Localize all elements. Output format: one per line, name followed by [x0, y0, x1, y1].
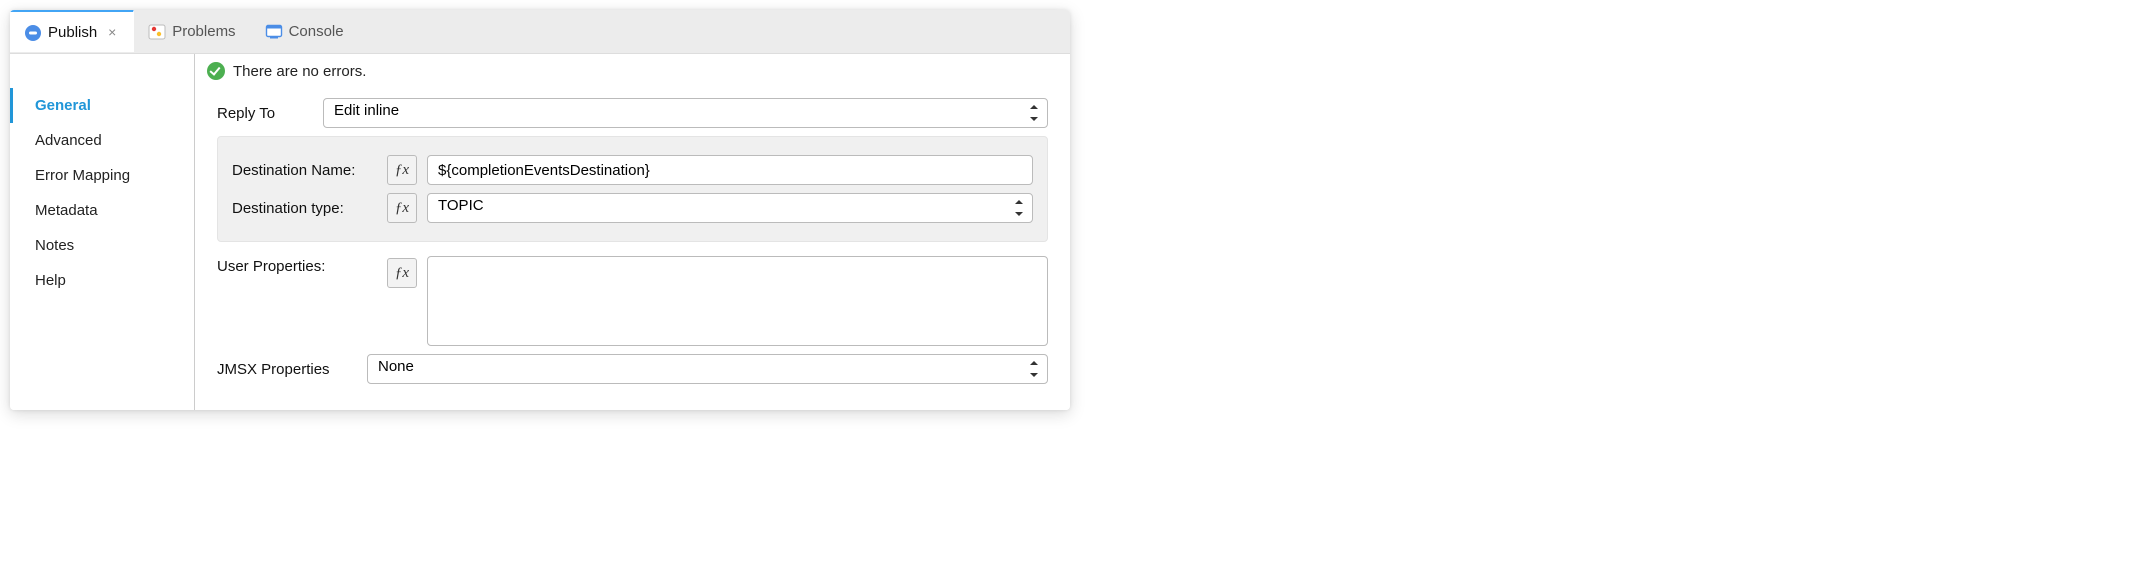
- jmsx-properties-select[interactable]: None: [367, 354, 1048, 384]
- destination-type-select[interactable]: TOPIC: [427, 193, 1033, 223]
- reply-to-label: Reply To: [217, 105, 313, 122]
- sidebar-item-label: General: [35, 97, 91, 114]
- status-message: There are no errors.: [233, 63, 366, 80]
- editor-window: Publish × Problems Console: [10, 10, 1070, 410]
- sidebar: General Advanced Error Mapping Metadata …: [10, 54, 195, 410]
- destination-name-label: Destination Name:: [232, 162, 377, 179]
- console-icon: [265, 23, 283, 41]
- tab-problems[interactable]: Problems: [134, 10, 250, 53]
- editor-body: General Advanced Error Mapping Metadata …: [10, 54, 1070, 410]
- sidebar-item-label: Help: [35, 272, 66, 289]
- tab-problems-label: Problems: [172, 23, 235, 40]
- jmsx-properties-value: None: [378, 358, 414, 375]
- status-bar: There are no errors.: [195, 54, 1070, 86]
- tabbar: Publish × Problems Console: [10, 10, 1070, 54]
- sidebar-item-label: Advanced: [35, 132, 102, 149]
- reply-to-value: Edit inline: [334, 102, 399, 119]
- reply-to-select[interactable]: Edit inline: [323, 98, 1048, 128]
- sidebar-item-label: Error Mapping: [35, 167, 130, 184]
- publish-icon: [24, 24, 42, 42]
- sidebar-item-metadata[interactable]: Metadata: [10, 193, 194, 228]
- row-reply-to: Reply To Edit inline: [217, 98, 1048, 128]
- main-panel: There are no errors. Reply To Edit inlin…: [195, 54, 1070, 410]
- tab-publish-label: Publish: [48, 24, 97, 41]
- problems-icon: [148, 23, 166, 41]
- tab-console-label: Console: [289, 23, 344, 40]
- row-user-properties: User Properties: ƒx: [217, 256, 1048, 346]
- fx-button[interactable]: ƒx: [387, 193, 417, 223]
- sidebar-item-error-mapping[interactable]: Error Mapping: [10, 158, 194, 193]
- close-icon[interactable]: ×: [105, 26, 119, 40]
- tab-console[interactable]: Console: [251, 10, 359, 53]
- jmsx-properties-label: JMSX Properties: [217, 361, 357, 378]
- fx-button[interactable]: ƒx: [387, 155, 417, 185]
- sidebar-item-help[interactable]: Help: [10, 263, 194, 298]
- destination-type-select-wrap: TOPIC: [427, 193, 1033, 223]
- destination-name-input[interactable]: [427, 155, 1033, 185]
- sidebar-item-advanced[interactable]: Advanced: [10, 123, 194, 158]
- sidebar-item-general[interactable]: General: [10, 88, 194, 123]
- sidebar-item-label: Notes: [35, 237, 74, 254]
- jmsx-properties-select-wrap: None: [367, 354, 1048, 384]
- destination-group: Destination Name: ƒx Destination type: ƒ…: [217, 136, 1048, 242]
- tab-publish[interactable]: Publish ×: [10, 10, 134, 52]
- sidebar-item-label: Metadata: [35, 202, 98, 219]
- destination-type-value: TOPIC: [438, 197, 484, 214]
- success-icon: [207, 62, 225, 80]
- destination-type-label: Destination type:: [232, 200, 377, 217]
- user-properties-label: User Properties:: [217, 258, 377, 275]
- row-destination-name: Destination Name: ƒx: [232, 155, 1033, 185]
- row-destination-type: Destination type: ƒx TOPIC: [232, 193, 1033, 223]
- user-properties-textarea[interactable]: [427, 256, 1048, 346]
- form-area: Reply To Edit inline Destination Name: ƒ…: [195, 86, 1070, 402]
- sidebar-item-notes[interactable]: Notes: [10, 228, 194, 263]
- reply-to-select-wrap: Edit inline: [323, 98, 1048, 128]
- fx-button[interactable]: ƒx: [387, 258, 417, 288]
- row-jmsx-properties: JMSX Properties None: [217, 354, 1048, 384]
